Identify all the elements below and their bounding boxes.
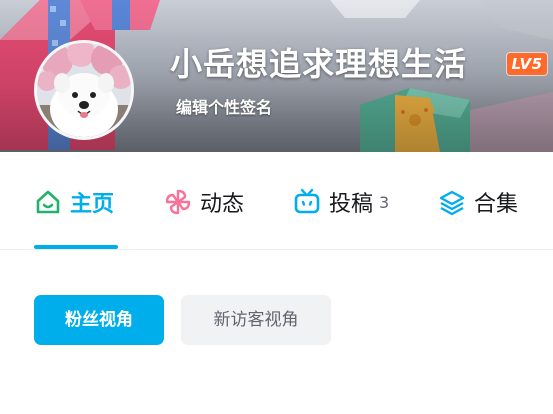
tab-home[interactable]: 主页 bbox=[34, 182, 114, 222]
new-visitor-view-button[interactable]: 新访客视角 bbox=[181, 295, 331, 345]
tab-collections-label: 合集 bbox=[474, 192, 519, 217]
tab-dynamics[interactable]: 动态 bbox=[164, 182, 244, 222]
tab-uploads[interactable]: 投稿 3 bbox=[293, 182, 389, 222]
active-tab-indicator bbox=[34, 245, 118, 249]
tab-collections[interactable]: 合集 bbox=[438, 182, 518, 222]
layers-icon bbox=[439, 190, 465, 216]
profile-tab-bar: 主页 动态 投稿 3 合集 bbox=[0, 152, 553, 250]
tv-icon bbox=[294, 188, 320, 214]
fans-view-button[interactable]: 粉丝视角 bbox=[34, 295, 164, 345]
tab-uploads-label: 投稿 bbox=[329, 192, 374, 217]
home-icon bbox=[36, 190, 60, 214]
tab-dynamics-label: 动态 bbox=[200, 192, 245, 217]
pinwheel-icon bbox=[165, 189, 191, 215]
edit-signature-link[interactable]: 编辑个性签名 bbox=[176, 97, 272, 119]
dog-avatar-image bbox=[37, 43, 131, 137]
profile-banner: 小岳想追求理想生活 LV5 编辑个性签名 bbox=[0, 0, 553, 152]
username: 小岳想追求理想生活 bbox=[170, 45, 468, 83]
level-badge: LV5 bbox=[507, 53, 547, 75]
tab-home-label: 主页 bbox=[70, 192, 115, 217]
avatar[interactable] bbox=[34, 40, 134, 140]
tab-uploads-count: 3 bbox=[379, 192, 390, 212]
